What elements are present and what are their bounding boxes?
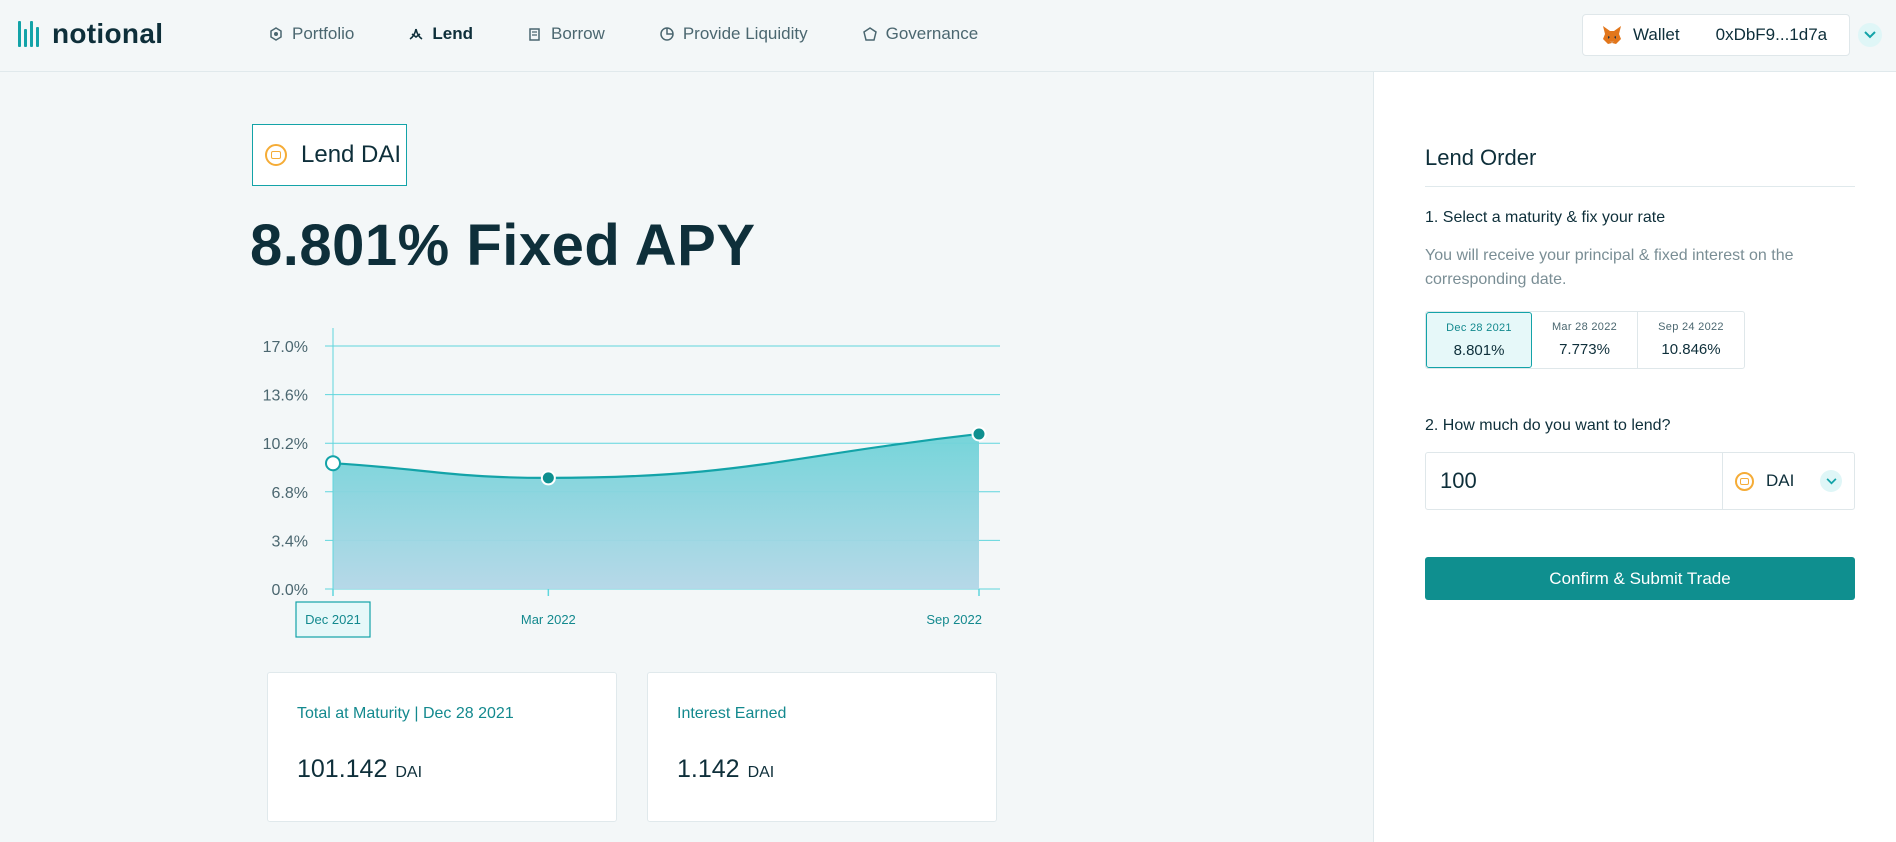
maturity-rate: 8.801%	[1453, 342, 1505, 359]
data-point	[325, 455, 341, 472]
nav-borrow-label: Borrow	[550, 24, 605, 43]
notional-logo-icon	[18, 21, 42, 47]
divider	[1425, 186, 1855, 187]
y-tick-label: 0.0%	[272, 582, 308, 599]
maturity-option-dec-2021[interactable]: Dec 28 2021 8.801%	[1426, 312, 1532, 368]
interest-earned-unit: DAI	[747, 764, 775, 781]
x-tick-label: Mar 2022	[521, 612, 576, 627]
top-nav-bar: notional Portfolio Lend Borrow Provide L…	[0, 0, 1896, 72]
currency-selector[interactable]: DAI	[1722, 453, 1854, 509]
lend-amount-field: DAI	[1425, 452, 1855, 510]
maturity-option-sep-2022[interactable]: Sep 24 2022 10.846%	[1638, 312, 1744, 368]
lend-order-title: Lend Order	[1425, 145, 1537, 170]
dai-coin-icon	[1735, 471, 1754, 491]
currency-label: DAI	[1766, 471, 1795, 490]
nav-provide-liquidity[interactable]: Provide Liquidity	[659, 24, 808, 44]
notional-logo[interactable]: notional	[18, 18, 163, 50]
portfolio-icon	[270, 27, 282, 41]
main-nav: Portfolio Lend Borrow Provide Liquidity …	[268, 24, 1032, 44]
data-point	[540, 470, 556, 486]
interest-earned-value: 1.142	[677, 755, 740, 783]
lend-amount-input[interactable]	[1426, 453, 1722, 509]
dai-coin-icon	[265, 144, 287, 166]
total-at-maturity-unit: DAI	[395, 764, 423, 781]
y-tick-label: 10.2%	[263, 436, 308, 453]
liquidity-icon	[660, 27, 674, 41]
lend-order-panel: Lend Order 1. Select a maturity & fix yo…	[1373, 72, 1896, 842]
y-tick-label: 17.0%	[263, 339, 308, 356]
total-at-maturity-card: Total at Maturity | Dec 28 2021 101.142 …	[267, 672, 617, 822]
nav-provide-liquidity-label: Provide Liquidity	[682, 24, 808, 43]
x-tick-label: Dec 2021	[305, 612, 361, 627]
nav-lend[interactable]: Lend	[408, 24, 473, 44]
step1-description: You will receive your principal & fixed …	[1425, 247, 1794, 288]
y-tick-label: 3.4%	[272, 533, 308, 550]
nav-lend-label: Lend	[432, 24, 473, 43]
metamask-fox-icon	[1603, 26, 1621, 44]
total-at-maturity-title: Total at Maturity | Dec 28 2021	[297, 705, 514, 722]
maturity-rate: 10.846%	[1661, 341, 1721, 358]
chart-area-fill	[333, 433, 979, 589]
borrow-icon	[529, 28, 540, 41]
interest-earned-card: Interest Earned 1.142 DAI	[647, 672, 997, 822]
wallet-address: 0xDbF9...1d7a	[1715, 25, 1828, 44]
maturity-date: Mar 28 2022	[1551, 321, 1618, 333]
lend-badge-label: Lend DAI	[301, 141, 402, 168]
governance-icon	[862, 27, 877, 41]
fixed-apy-headline: 8.801% Fixed APY	[250, 213, 756, 278]
wallet-label: Wallet	[1633, 25, 1680, 44]
maturity-date: Sep 24 2022	[1658, 321, 1724, 333]
interest-earned-title: Interest Earned	[677, 705, 787, 722]
chevron-down-icon	[1820, 470, 1842, 492]
lend-icon	[409, 28, 423, 40]
nav-portfolio[interactable]: Portfolio	[268, 24, 354, 44]
maturity-selector: Dec 28 2021 8.801% Mar 28 2022 7.773% Se…	[1425, 311, 1745, 369]
nav-governance[interactable]: Governance	[862, 24, 979, 44]
lend-dai-badge: Lend DAI	[252, 124, 407, 186]
y-tick-label: 6.8%	[272, 485, 308, 502]
nav-borrow[interactable]: Borrow	[527, 24, 605, 44]
maturity-date: Dec 28 2021	[1446, 322, 1512, 334]
step1-label: 1. Select a maturity & fix your rate	[1425, 209, 1666, 226]
wallet-dropdown-chevron-icon[interactable]	[1858, 23, 1882, 47]
nav-portfolio-label: Portfolio	[292, 24, 355, 43]
total-at-maturity-value: 101.142	[297, 755, 388, 783]
wallet-button[interactable]: Wallet 0xDbF9...1d7a	[1582, 14, 1850, 56]
confirm-submit-trade-button[interactable]: Confirm & Submit Trade	[1425, 557, 1855, 600]
nav-governance-label: Governance	[885, 24, 979, 43]
x-tick-label: Sep 2022	[926, 612, 982, 627]
maturity-rate: 7.773%	[1559, 341, 1610, 358]
maturity-option-mar-2022[interactable]: Mar 28 2022 7.773%	[1532, 312, 1638, 368]
y-tick-label: 13.6%	[263, 388, 308, 405]
apy-chart: 17.0% 13.6% 10.2% 6.8% 3.4% 0.0% Dec 2021 Mar 2…	[263, 328, 1000, 638]
logo-text: notional	[52, 18, 164, 49]
data-point	[971, 426, 987, 442]
step2-label: 2. How much do you want to lend?	[1425, 417, 1671, 434]
